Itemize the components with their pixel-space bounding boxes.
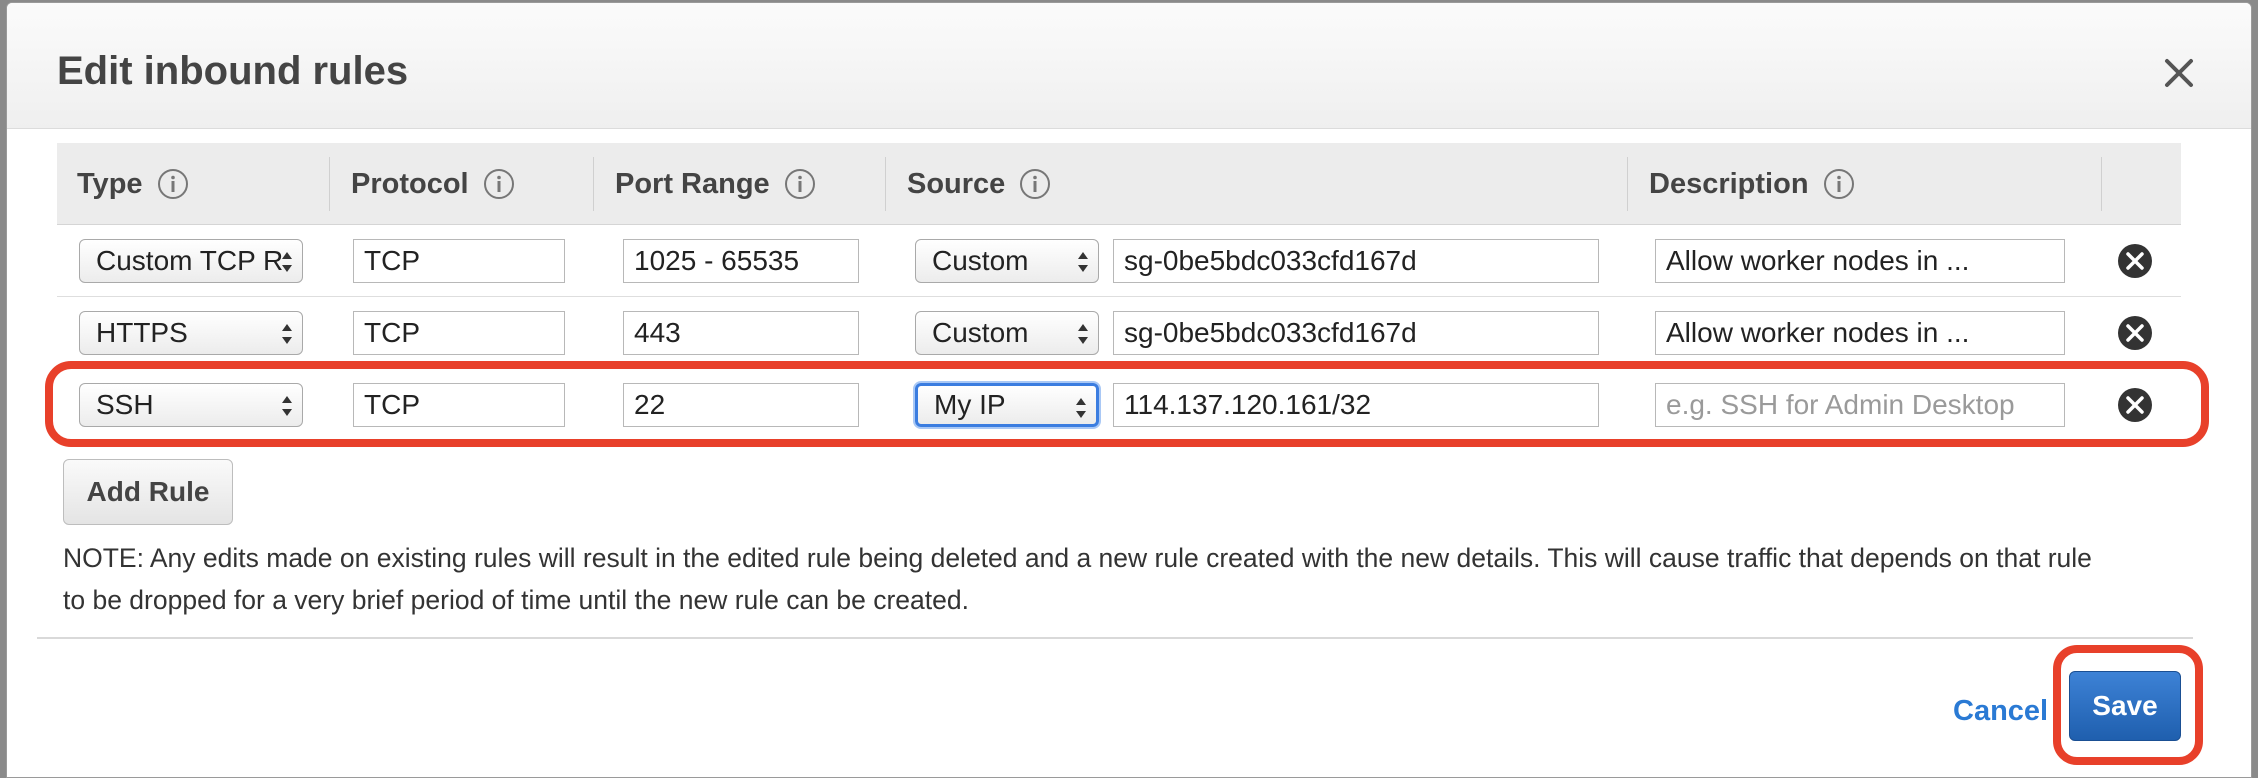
column-divider [593, 157, 594, 211]
column-header-type: Type [77, 143, 189, 225]
source-value: sg-0be5bdc033cfd167d [1124, 245, 1417, 276]
column-divider [329, 157, 330, 211]
protocol-value: TCP [364, 317, 420, 348]
port-range-input[interactable]: 22 [623, 383, 859, 427]
type-select-value: HTTPS [96, 317, 188, 348]
remove-rule-icon[interactable] [2117, 243, 2153, 279]
source-input[interactable]: sg-0be5bdc033cfd167d [1113, 239, 1599, 283]
type-select[interactable]: Custom TCP R [79, 239, 303, 283]
type-select-value: Custom TCP R [96, 245, 284, 276]
select-arrows-icon [1076, 398, 1086, 418]
info-icon[interactable] [1823, 168, 1855, 200]
remove-rule-icon[interactable] [2117, 315, 2153, 351]
table-row: SSH TCP 22 My IP 114.137.120.161/32 e.g.… [57, 369, 2181, 441]
add-rule-button[interactable]: Add Rule [63, 459, 233, 525]
protocol-field: TCP [353, 383, 565, 427]
type-select[interactable]: SSH [79, 383, 303, 427]
header-label: Source [907, 167, 1006, 200]
column-header-protocol: Protocol [351, 143, 515, 225]
column-divider [2101, 157, 2102, 211]
description-input[interactable]: Allow worker nodes in ... [1655, 239, 2065, 283]
description-value: Allow worker nodes in ... [1666, 245, 1970, 276]
column-header-port-range: Port Range [615, 143, 816, 225]
table-header: Type Protocol Port Range Source Descript… [57, 143, 2181, 225]
type-select-value: SSH [96, 389, 154, 420]
source-input[interactable]: sg-0be5bdc033cfd167d [1113, 311, 1599, 355]
footer-divider [37, 637, 2193, 639]
source-type-value: My IP [934, 389, 1006, 420]
source-value: sg-0be5bdc033cfd167d [1124, 317, 1417, 348]
cancel-button[interactable]: Cancel [1953, 695, 2048, 728]
save-button[interactable]: Save [2069, 671, 2181, 741]
close-icon[interactable] [2159, 53, 2199, 93]
source-type-select[interactable]: Custom [915, 311, 1099, 355]
dialog-title: Edit inbound rules [57, 49, 409, 93]
select-arrows-icon [1078, 324, 1088, 344]
header-label: Port Range [615, 167, 770, 200]
select-arrows-icon [1078, 252, 1088, 272]
source-type-select[interactable]: Custom [915, 239, 1099, 283]
protocol-value: TCP [364, 389, 420, 420]
remove-rule-icon[interactable] [2117, 387, 2153, 423]
source-value: 114.137.120.161/32 [1124, 389, 1372, 420]
edit-inbound-rules-dialog: Edit inbound rules Type Protocol Port Ra… [6, 2, 2252, 778]
table-row: HTTPS TCP 443 Custom sg-0be5bdc033cfd167… [57, 297, 2181, 369]
info-icon[interactable] [483, 168, 515, 200]
rules-table: Type Protocol Port Range Source Descript… [57, 143, 2181, 441]
port-range-value: 22 [634, 389, 666, 420]
header-label: Type [77, 167, 143, 200]
protocol-field: TCP [353, 311, 565, 355]
column-divider [885, 157, 886, 211]
info-icon[interactable] [784, 168, 816, 200]
port-range-input[interactable]: 443 [623, 311, 859, 355]
info-icon[interactable] [1019, 168, 1051, 200]
description-placeholder: e.g. SSH for Admin Desktop [1666, 389, 2015, 420]
select-arrows-icon [282, 324, 292, 344]
note-text: NOTE: Any edits made on existing rules w… [63, 543, 2092, 615]
header-label: Description [1649, 167, 1809, 200]
description-input[interactable]: Allow worker nodes in ... [1655, 311, 2065, 355]
select-arrows-icon [282, 396, 292, 416]
header-label: Protocol [351, 167, 469, 200]
dialog-header: Edit inbound rules [7, 3, 2251, 129]
port-range-input[interactable]: 1025 - 65535 [623, 239, 859, 283]
type-select[interactable]: HTTPS [79, 311, 303, 355]
protocol-field: TCP [353, 239, 565, 283]
info-icon[interactable] [157, 168, 189, 200]
column-header-description: Description [1649, 143, 1855, 225]
select-arrows-icon [282, 252, 292, 272]
column-divider [1627, 157, 1628, 211]
port-range-value: 1025 - 65535 [634, 245, 800, 276]
table-row: Custom TCP R TCP 1025 - 65535 Custom sg-… [57, 225, 2181, 297]
source-type-value: Custom [932, 245, 1029, 276]
column-header-source: Source [907, 143, 1051, 225]
source-input[interactable]: 114.137.120.161/32 [1113, 383, 1599, 427]
source-type-select[interactable]: My IP [915, 383, 1099, 427]
port-range-value: 443 [634, 317, 681, 348]
source-type-value: Custom [932, 317, 1029, 348]
description-input[interactable]: e.g. SSH for Admin Desktop [1655, 383, 2065, 427]
description-value: Allow worker nodes in ... [1666, 317, 1970, 348]
protocol-value: TCP [364, 245, 420, 276]
